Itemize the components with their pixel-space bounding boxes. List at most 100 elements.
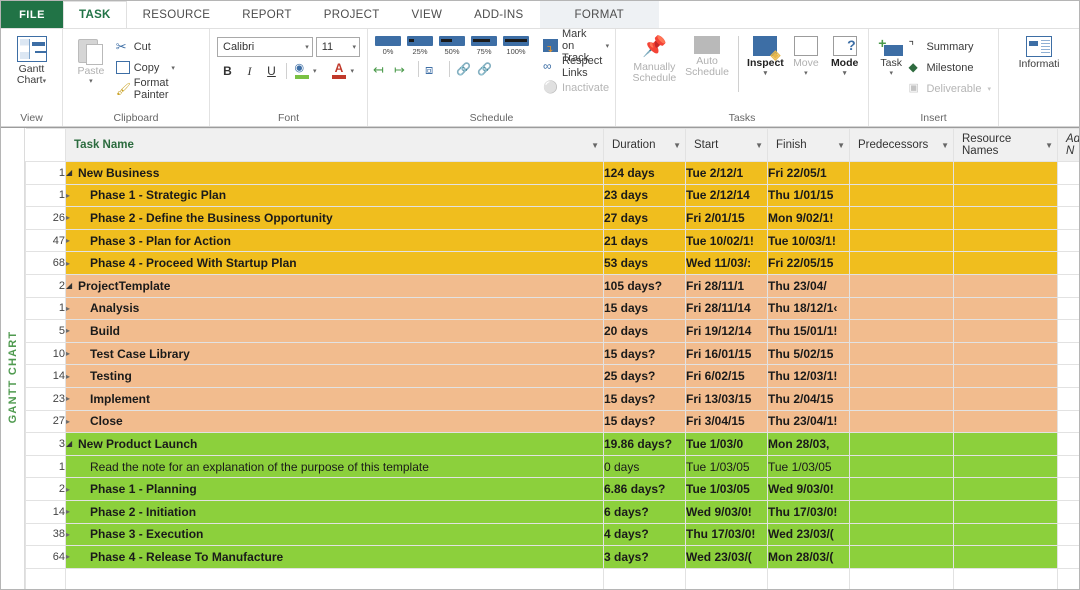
column-header-task-name[interactable]: Task Name▼ xyxy=(66,129,604,162)
tab-file[interactable]: FILE xyxy=(1,1,63,28)
add-new-cell[interactable] xyxy=(1058,207,1080,230)
predecessors-cell[interactable] xyxy=(850,546,954,569)
add-new-cell[interactable] xyxy=(1058,297,1080,320)
start-cell[interactable]: Fri 13/03/15 xyxy=(686,387,768,410)
add-new-cell[interactable] xyxy=(1058,455,1080,478)
start-cell[interactable]: Fri 16/01/15 xyxy=(686,342,768,365)
resource-names-cell[interactable] xyxy=(954,455,1058,478)
finish-cell[interactable]: Thu 1/01/15 xyxy=(768,184,850,207)
table-row[interactable]: 2▸Phase 1 - Planning6.86 days?Tue 1/03/0… xyxy=(26,478,1080,501)
resource-names-cell[interactable] xyxy=(954,274,1058,297)
inactivate-button[interactable]: ⚪ Inactivate xyxy=(541,77,611,98)
start-cell[interactable]: Fri 28/11/1 xyxy=(686,274,768,297)
table-row[interactable]: 3◢New Product Launch19.86 days?Tue 1/03/… xyxy=(26,433,1080,456)
tab-task[interactable]: TASK xyxy=(63,1,127,28)
expand-twisty-icon[interactable]: ▸ xyxy=(66,259,78,268)
background-color-button[interactable]: ◉ xyxy=(291,61,312,81)
column-header-resource-names[interactable]: Resource Names▼ xyxy=(954,129,1058,162)
duration-cell[interactable]: 19.86 days? xyxy=(604,433,686,456)
row-id-cell[interactable]: 1 xyxy=(26,455,66,478)
manually-schedule-button[interactable]: 📌 Manually Schedule xyxy=(629,34,680,84)
resource-names-cell[interactable] xyxy=(954,297,1058,320)
mode-caret-icon[interactable]: ▾ xyxy=(843,69,847,77)
task-name-cell[interactable]: ◢New Product Launch xyxy=(66,433,604,456)
task-name-cell[interactable]: ▸Phase 3 - Plan for Action xyxy=(66,229,604,252)
finish-cell[interactable]: Wed 23/03/( xyxy=(768,523,850,546)
finish-filter-icon[interactable]: ▼ xyxy=(837,141,845,150)
background-color-caret-icon[interactable]: ▾ xyxy=(313,67,317,75)
add-new-cell[interactable] xyxy=(1058,546,1080,569)
predecessors-cell[interactable] xyxy=(850,365,954,388)
expand-twisty-icon[interactable]: ▸ xyxy=(66,326,78,335)
font-color-button[interactable]: A xyxy=(329,61,350,81)
task-name-cell[interactable]: ▸Testing xyxy=(66,365,604,388)
row-id-cell[interactable]: 2 xyxy=(26,478,66,501)
task-name-cell[interactable]: ◢New Business xyxy=(66,162,604,185)
task-name-cell[interactable]: ▸Phase 4 - Release To Manufacture xyxy=(66,546,604,569)
font-size-select[interactable]: 11 ▾ xyxy=(316,37,360,57)
table-row[interactable]: 1Read the note for an explanation of the… xyxy=(26,455,1080,478)
column-header-predecessors[interactable]: Predecessors▼ xyxy=(850,129,954,162)
duration-cell[interactable]: 15 days? xyxy=(604,410,686,433)
insert-deliverable-button[interactable]: ▣ Deliverable ▾ xyxy=(906,78,993,99)
row-id-cell[interactable]: 14 xyxy=(26,365,66,388)
auto-schedule-button[interactable]: Auto Schedule xyxy=(682,34,733,78)
add-new-cell[interactable] xyxy=(1058,320,1080,343)
move-caret-icon[interactable]: ▾ xyxy=(804,69,808,77)
finish-cell[interactable]: Wed 9/03/0! xyxy=(768,478,850,501)
predecessors-cell[interactable] xyxy=(850,162,954,185)
duration-cell[interactable]: 27 days xyxy=(604,207,686,230)
row-id-cell[interactable]: 3 xyxy=(26,433,66,456)
row-id-cell[interactable]: 27 xyxy=(26,410,66,433)
expand-twisty-icon[interactable]: ▸ xyxy=(66,394,78,403)
move-button[interactable]: Move ▾ xyxy=(788,34,825,77)
resource-names-cell[interactable] xyxy=(954,410,1058,433)
task-name-filter-icon[interactable]: ▼ xyxy=(591,141,599,150)
empty-cell[interactable] xyxy=(686,568,768,589)
finish-cell[interactable]: Thu 23/04/ xyxy=(768,274,850,297)
table-row[interactable]: 64▸Phase 4 - Release To Manufacture3 day… xyxy=(26,546,1080,569)
column-header-add-new[interactable]: Add N xyxy=(1058,129,1080,162)
empty-cell[interactable] xyxy=(604,568,686,589)
finish-cell[interactable]: Fri 22/05/15 xyxy=(768,252,850,275)
task-name-cell[interactable]: ▸Build xyxy=(66,320,604,343)
tab-format[interactable]: FORMAT xyxy=(540,1,660,28)
row-id-cell[interactable]: 68 xyxy=(26,252,66,275)
paste-button[interactable]: Paste ▾ xyxy=(68,34,114,85)
resource-names-cell[interactable] xyxy=(954,523,1058,546)
expand-twisty-icon[interactable]: ▸ xyxy=(66,507,78,516)
empty-cell[interactable] xyxy=(26,568,66,589)
duration-cell[interactable]: 15 days xyxy=(604,297,686,320)
row-id-cell[interactable]: 10 xyxy=(26,342,66,365)
underline-button[interactable]: U xyxy=(261,61,282,81)
duration-cell[interactable]: 15 days? xyxy=(604,387,686,410)
duration-cell[interactable]: 124 days xyxy=(604,162,686,185)
table-row[interactable]: 14▸Testing25 days?Fri 6/02/15Thu 12/03/1… xyxy=(26,365,1080,388)
task-name-cell[interactable]: ▸Implement xyxy=(66,387,604,410)
row-id-cell[interactable]: 1 xyxy=(26,297,66,320)
empty-cell[interactable] xyxy=(1058,568,1080,589)
copy-button[interactable]: Copy ▾ xyxy=(114,57,204,78)
resource-names-cell[interactable] xyxy=(954,162,1058,185)
column-header-duration[interactable]: Duration▼ xyxy=(604,129,686,162)
add-new-cell[interactable] xyxy=(1058,523,1080,546)
finish-cell[interactable]: Mon 9/02/1! xyxy=(768,207,850,230)
font-size-caret-icon[interactable]: ▾ xyxy=(352,43,356,51)
finish-cell[interactable]: Thu 2/04/15 xyxy=(768,387,850,410)
link-tasks-icon[interactable]: 🔗 xyxy=(456,62,474,77)
finish-cell[interactable]: Tue 1/03/05 xyxy=(768,455,850,478)
expand-twisty-icon[interactable]: ▸ xyxy=(66,191,78,200)
duration-cell[interactable]: 20 days xyxy=(604,320,686,343)
finish-cell[interactable]: Thu 5/02/15 xyxy=(768,342,850,365)
table-row[interactable]: 1◢New Business124 daysTue 2/12/1Fri 22/0… xyxy=(26,162,1080,185)
predecessors-cell[interactable] xyxy=(850,455,954,478)
table-row[interactable]: 5▸Build20 daysFri 19/12/14Thu 15/01/1! xyxy=(26,320,1080,343)
collapse-twisty-icon[interactable]: ◢ xyxy=(66,439,78,448)
row-id-cell[interactable]: 64 xyxy=(26,546,66,569)
predecessors-cell[interactable] xyxy=(850,433,954,456)
expand-twisty-icon[interactable]: ▸ xyxy=(66,552,78,561)
start-cell[interactable]: Thu 17/03/0! xyxy=(686,523,768,546)
start-cell[interactable]: Wed 11/03/: xyxy=(686,252,768,275)
add-new-cell[interactable] xyxy=(1058,365,1080,388)
font-family-caret-icon[interactable]: ▾ xyxy=(305,43,309,51)
